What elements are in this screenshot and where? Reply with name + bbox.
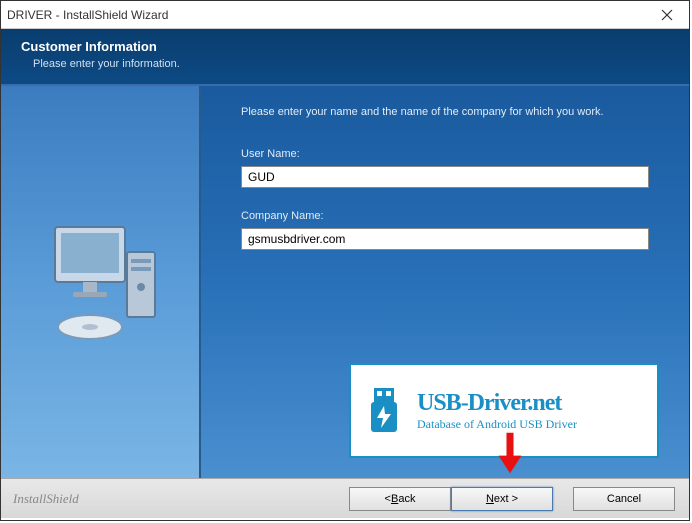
header-panel: Customer Information Please enter your i… — [1, 29, 689, 86]
company-name-input[interactable] — [241, 228, 649, 250]
next-button[interactable]: Next > — [451, 487, 553, 511]
cancel-button[interactable]: Cancel — [573, 487, 675, 511]
computer-icon — [35, 217, 165, 347]
instruction-text: Please enter your name and the name of t… — [241, 106, 649, 118]
installer-window: DRIVER - InstallShield Wizard Customer I… — [0, 0, 690, 521]
usb-icon — [359, 386, 409, 436]
window-title: DRIVER - InstallShield Wizard — [7, 8, 168, 22]
close-button[interactable] — [651, 5, 683, 25]
watermark-text: USB-Driver.net Database of Android USB D… — [417, 390, 577, 432]
nav-button-group: < Back Next > — [349, 487, 553, 511]
watermark-badge: USB-Driver.net Database of Android USB D… — [349, 363, 659, 458]
titlebar: DRIVER - InstallShield Wizard — [1, 1, 689, 29]
header-title: Customer Information — [21, 39, 669, 54]
brand-text: InstallShield — [13, 491, 79, 507]
company-name-label: Company Name: — [241, 210, 649, 222]
cancel-group: Cancel — [573, 487, 675, 511]
user-name-label: User Name: — [241, 148, 649, 160]
back-button[interactable]: < Back — [349, 487, 451, 511]
header-subtitle: Please enter your information. — [21, 58, 669, 70]
watermark-subtitle: Database of Android USB Driver — [417, 417, 577, 432]
bottom-bar: InstallShield < Back Next > Cancel — [1, 478, 689, 518]
user-name-input[interactable] — [241, 166, 649, 188]
right-panel: Please enter your name and the name of t… — [201, 86, 689, 478]
watermark-title: USB-Driver.net — [417, 390, 577, 417]
content-area: Please enter your name and the name of t… — [1, 86, 689, 478]
left-panel — [1, 86, 201, 478]
close-icon — [661, 9, 673, 21]
